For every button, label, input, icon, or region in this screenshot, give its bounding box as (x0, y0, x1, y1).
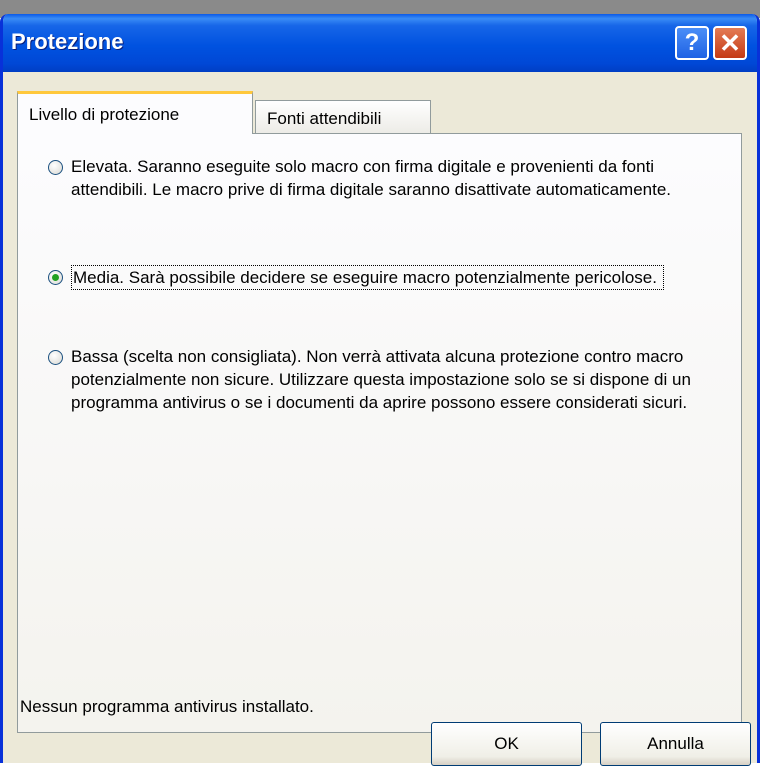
help-icon: ? (684, 29, 700, 56)
close-button[interactable]: ✕ (713, 26, 747, 60)
option-elevata[interactable]: Elevata. Saranno eseguite solo macro con… (48, 155, 698, 201)
radio-elevata[interactable] (48, 160, 63, 175)
option-bassa[interactable]: Bassa (scelta non consigliata). Non verr… (48, 345, 723, 414)
cancel-button[interactable]: Annulla (600, 722, 751, 766)
tab-livello-di-protezione[interactable]: Livello di protezione (17, 91, 253, 134)
tab-label: Fonti attendibili (267, 109, 382, 128)
close-icon: ✕ (719, 28, 741, 58)
tab-panel: Elevata. Saranno eseguite solo macro con… (17, 133, 742, 733)
help-button[interactable]: ? (675, 26, 709, 60)
tab-fonti-attendibili[interactable]: Fonti attendibili (255, 100, 431, 134)
status-text: Nessun programma antivirus installato. (20, 697, 314, 716)
radio-bassa[interactable] (48, 350, 63, 365)
dialog-client: Livello di protezione Fonti attendibili … (3, 72, 757, 763)
ok-button[interactable]: OK (431, 722, 582, 766)
tab-label: Livello di protezione (29, 105, 180, 124)
option-label: Elevata. Saranno eseguite solo macro con… (71, 157, 672, 199)
radio-media[interactable] (48, 270, 63, 285)
option-label: Bassa (scelta non consigliata). Non verr… (71, 347, 691, 412)
title-bar[interactable]: Protezione ? ✕ (3, 14, 757, 72)
option-label: Media. Sarà possibile decidere se esegui… (71, 265, 664, 290)
window-title: Protezione (11, 29, 124, 54)
option-media[interactable]: Media. Sarà possibile decidere se esegui… (48, 265, 723, 290)
protection-dialog: Protezione ? ✕ Livello di protezione Fon… (0, 14, 760, 763)
